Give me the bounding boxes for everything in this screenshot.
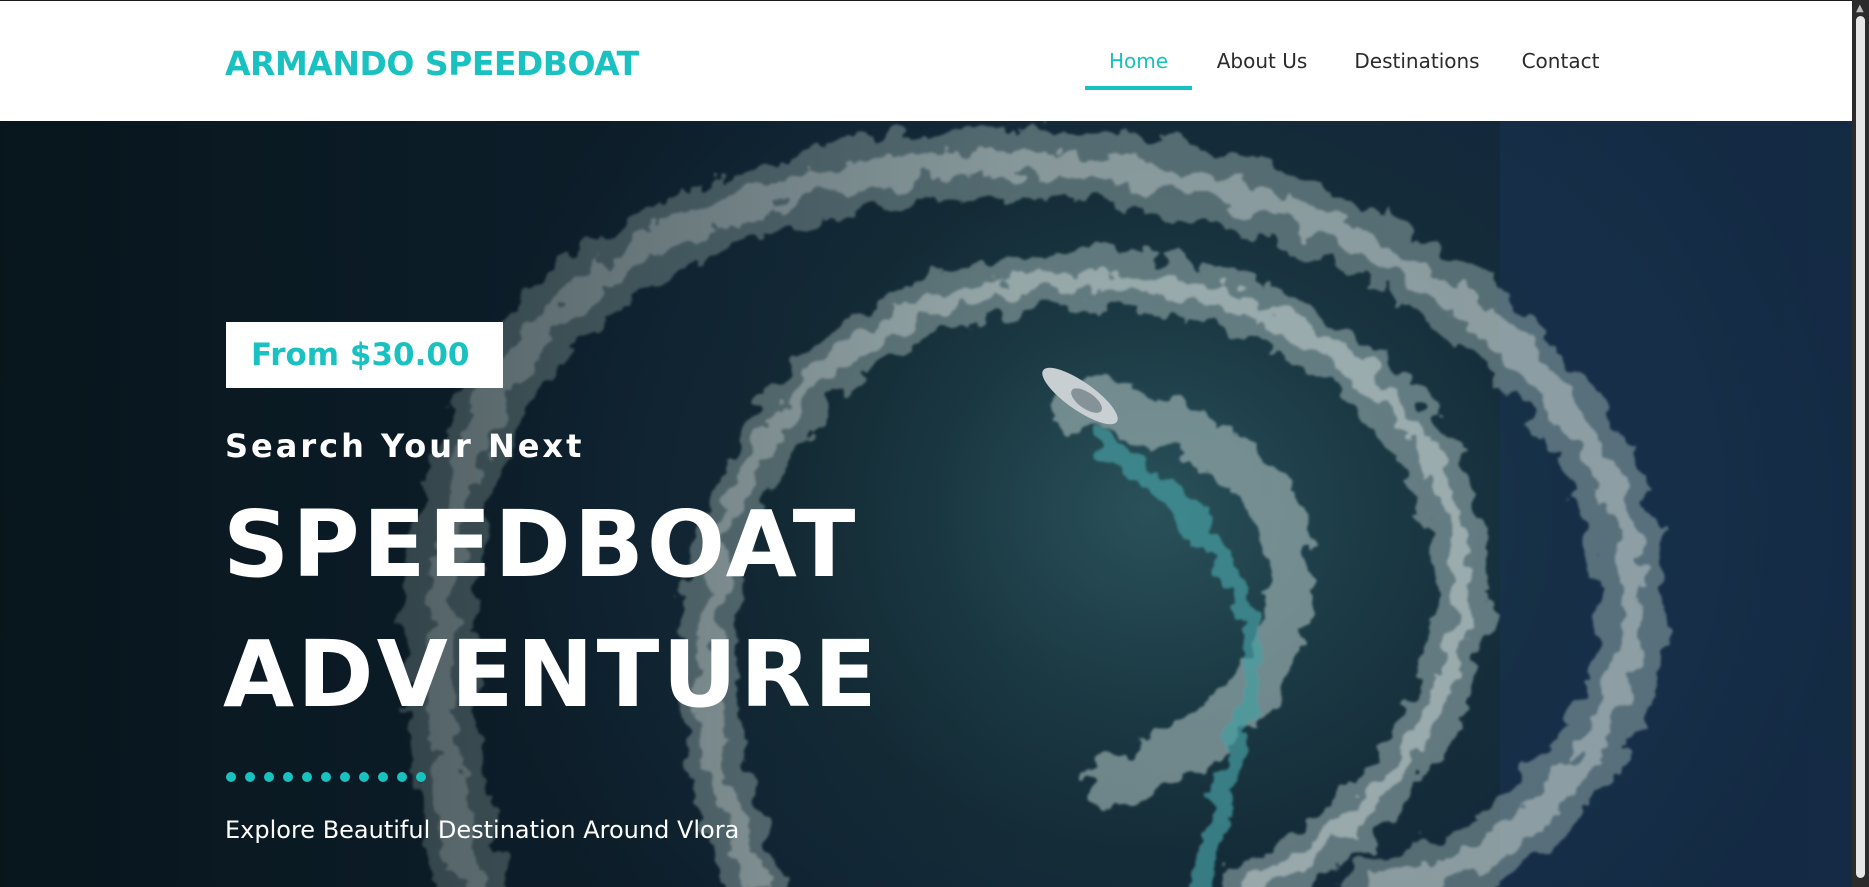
hero-tagline: Explore Beautiful Destination Around Vlo… [225, 816, 740, 844]
nav-item-label: Contact [1521, 49, 1600, 73]
scrollbar-thumb[interactable] [1856, 16, 1865, 878]
decorative-dot [359, 772, 369, 782]
decorative-dot [302, 772, 312, 782]
site-header: ARMANDO SPEEDBOAT Home About Us Destinat… [0, 1, 1852, 121]
price-badge: From $30.00 [226, 322, 503, 388]
nav-item-destinations[interactable]: Destinations [1332, 1, 1502, 121]
main-nav: Home About Us Destinations Contact [1085, 1, 1619, 121]
nav-item-label: Home [1108, 49, 1169, 73]
hero-section: From $30.00 Search Your Next SPEEDBOAT A… [0, 121, 1852, 887]
brand-logo[interactable]: ARMANDO SPEEDBOAT [225, 44, 639, 83]
decorative-dot [245, 772, 255, 782]
active-indicator [1085, 86, 1192, 90]
decorative-dot [416, 772, 426, 782]
vertical-scrollbar[interactable]: ▲ [1852, 0, 1869, 887]
nav-item-label: Destinations [1354, 49, 1480, 73]
decorative-dot [378, 772, 388, 782]
hero-title-line-2: ADVENTURE [223, 621, 880, 728]
scroll-up-arrow-icon[interactable]: ▲ [1856, 3, 1864, 14]
nav-item-contact[interactable]: Contact [1502, 1, 1619, 121]
hero-title-line-1: SPEEDBOAT [223, 491, 859, 598]
decorative-dot [226, 772, 236, 782]
nav-item-home[interactable]: Home [1085, 1, 1192, 121]
nav-item-label: About Us [1216, 49, 1308, 73]
price-text: From $30.00 [251, 337, 470, 373]
decorative-dot [321, 772, 331, 782]
hero-subtitle: Search Your Next [225, 427, 585, 465]
decorative-dot [397, 772, 407, 782]
nav-item-about-us[interactable]: About Us [1192, 1, 1332, 121]
decorative-dot [340, 772, 350, 782]
decorative-dot [283, 772, 293, 782]
decorative-dot [264, 772, 274, 782]
decorative-dots [226, 772, 426, 782]
